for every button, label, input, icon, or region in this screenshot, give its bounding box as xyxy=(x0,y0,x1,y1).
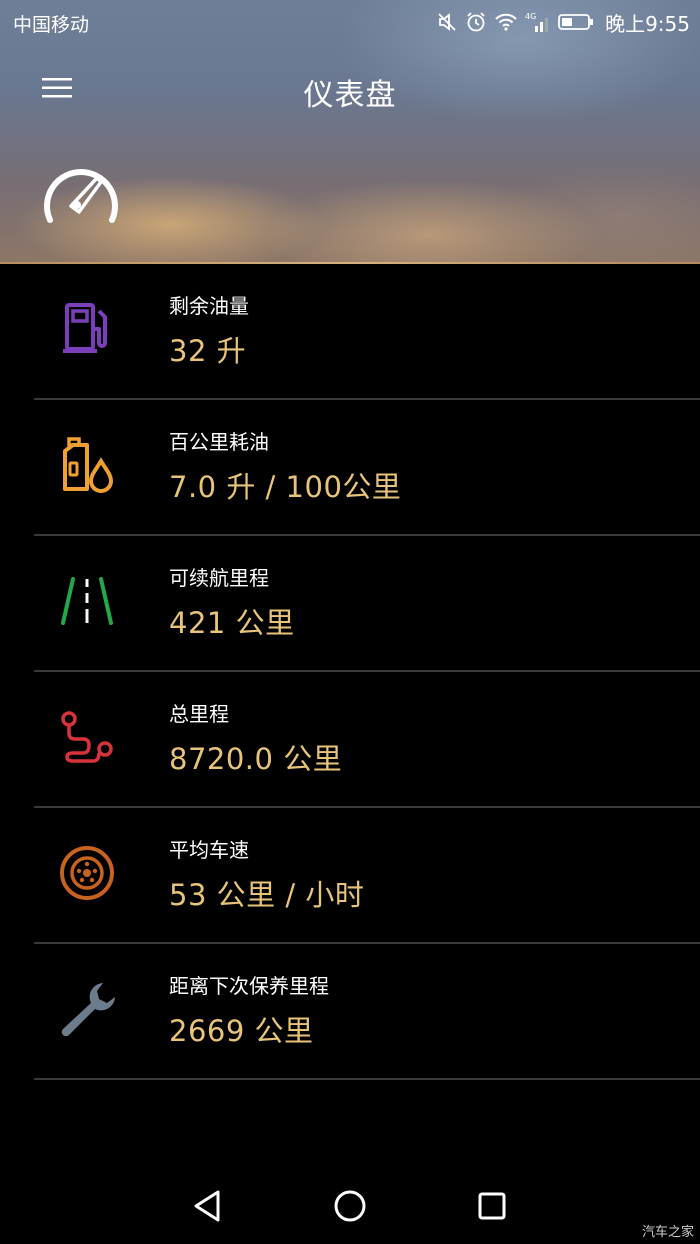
metric-label: 可续航里程 xyxy=(169,566,269,590)
home-circle-icon xyxy=(334,1190,366,1222)
speedometer-icon xyxy=(41,160,121,226)
wifi-icon xyxy=(494,12,518,32)
metric-value: 421 公里 xyxy=(169,606,295,640)
carrier-label: 中国移动 xyxy=(13,14,90,36)
metric-row-fuel-remaining[interactable]: 剩余油量 32 升 xyxy=(34,264,700,400)
status-icons: 4G 晚上9:55 xyxy=(436,8,690,36)
metric-row-total-mileage[interactable]: 总里程 8720.0 公里 xyxy=(34,672,700,808)
metric-row-fuel-consumption[interactable]: 百公里耗油 7.0 升 / 100公里 xyxy=(34,400,700,536)
watermark: 汽车之家 xyxy=(641,1225,694,1240)
metric-value: 32 升 xyxy=(169,334,247,368)
system-nav-bar: 汽车之家 xyxy=(0,1170,700,1244)
metric-label: 平均车速 xyxy=(169,838,249,862)
metric-value: 7.0 升 / 100公里 xyxy=(169,470,402,504)
signal-icon: 4G xyxy=(525,11,551,33)
fuel-pump-icon xyxy=(52,294,122,364)
metric-row-range[interactable]: 可续航里程 421 公里 xyxy=(34,536,700,672)
status-clock: 晚上9:55 xyxy=(605,11,690,36)
wrench-icon xyxy=(52,974,122,1044)
metric-row-next-service[interactable]: 距离下次保养里程 2669 公里 xyxy=(34,944,700,1080)
metric-label: 距离下次保养里程 xyxy=(169,974,329,998)
metric-row-average-speed[interactable]: 平均车速 53 公里 / 小时 xyxy=(34,808,700,944)
road-icon xyxy=(52,566,122,636)
status-bar: 中国移动 4G 晚上9:55 xyxy=(0,0,700,44)
metric-value: 2669 公里 xyxy=(169,1014,314,1048)
recents-square-icon xyxy=(478,1192,506,1220)
metric-value: 53 公里 / 小时 xyxy=(169,878,365,912)
metric-label: 百公里耗油 xyxy=(169,430,269,454)
metric-label: 剩余油量 xyxy=(169,294,249,318)
home-button[interactable] xyxy=(330,1186,370,1226)
metric-list: 剩余油量 32 升 百公里耗油 7.0 升 / 100公里 可续航里程 421 … xyxy=(0,264,700,1080)
wheel-icon xyxy=(52,838,122,908)
page-title: 仪表盘 xyxy=(303,78,397,113)
back-triangle-icon xyxy=(194,1190,220,1222)
battery-icon xyxy=(558,12,594,32)
alarm-icon xyxy=(465,11,487,33)
metric-label: 总里程 xyxy=(169,702,229,726)
recents-button[interactable] xyxy=(472,1186,512,1226)
network-type-label: 4G xyxy=(525,12,536,21)
route-icon xyxy=(52,702,122,772)
mute-icon xyxy=(436,11,458,33)
oil-can-icon xyxy=(52,430,122,500)
metric-value: 8720.0 公里 xyxy=(169,742,343,776)
back-button[interactable] xyxy=(188,1186,228,1226)
